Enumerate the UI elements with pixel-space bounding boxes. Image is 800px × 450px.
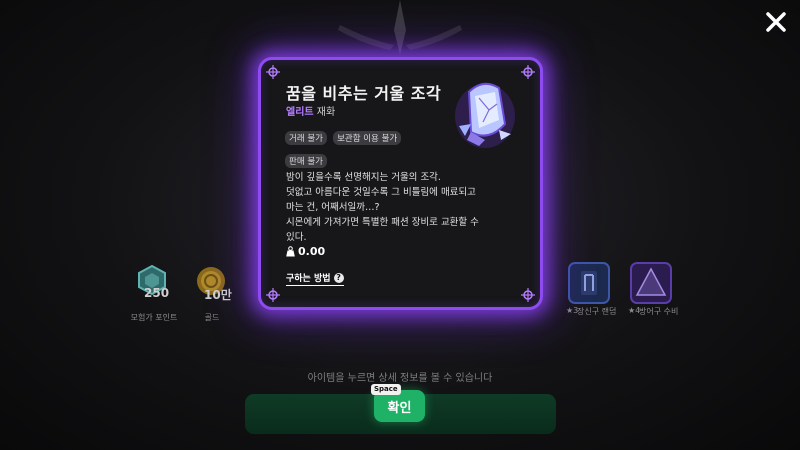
corner-knot-icon	[521, 65, 535, 79]
corner-knot-icon	[266, 288, 280, 302]
close-icon[interactable]	[764, 10, 788, 34]
item-grade-category: 엘리트 재화	[286, 103, 335, 118]
corner-knot-icon	[521, 288, 535, 302]
description-line: 밤이 깊을수록 선명해지는 거울의 조각.	[286, 172, 441, 183]
corner-knot-icon	[266, 65, 280, 79]
reward-gold[interactable]: 10만 골드	[182, 262, 242, 324]
tag-storage: 보관함 이용 불가	[333, 131, 402, 145]
how-to-get-label: 구하는 방법	[286, 274, 331, 284]
tag-trade: 거래 불가	[285, 131, 327, 145]
reward-armor[interactable]: ★4 방어구 수비	[622, 260, 682, 330]
description-line: 있다.	[286, 232, 307, 243]
description-line: 마는 건, 어째서일까…?	[286, 202, 380, 213]
item-detail-modal: 꿈을 비추는 거울 조각 엘리트 재화 거래 불가 보관함 이용 불가 판매 불…	[258, 57, 543, 310]
description-line: 시몬에게 가져가면 특별한 패션 장비로 교환할 수	[286, 217, 479, 228]
reward-rune[interactable]: ★3 장신구 랜덤	[560, 260, 620, 330]
weight-icon	[286, 246, 295, 257]
rune-icon	[568, 262, 610, 304]
item-grade: 엘리트	[286, 107, 314, 118]
reward-count: 250	[144, 286, 170, 300]
description-line: 덧없고 아름다운 것일수록 그 비틀림에 매료되고	[286, 187, 476, 198]
item-category: 재화	[316, 107, 336, 118]
question-icon: ?	[333, 272, 344, 283]
item-title: 꿈을 비추는 거울 조각	[286, 84, 442, 103]
tag-sell: 판매 불가	[285, 154, 327, 168]
reward-count: 10만	[204, 288, 232, 302]
hint-text: 아이템을 누르면 상세 정보를 볼 수 있습니다	[307, 373, 493, 384]
reward-name: 방어구 수비	[639, 307, 679, 316]
mirror-shard-icon	[455, 82, 515, 148]
space-key-hint: Space	[371, 384, 401, 395]
armor-pyramid-icon	[630, 262, 672, 304]
item-description: 밤이 깊을수록 선명해지는 거울의 조각. 덧없고 아름다운 것일수록 그 비틀…	[286, 170, 511, 245]
reward-name: 골드	[204, 313, 220, 322]
how-to-get-link[interactable]: 구하는 방법 ?	[286, 271, 344, 286]
reward-name: 모험가 포인트	[130, 313, 178, 322]
item-weight: 0.00	[286, 245, 325, 258]
item-weight-value: 0.00	[298, 245, 326, 258]
top-ornament	[338, 0, 462, 55]
item-tags: 거래 불가 보관함 이용 불가 판매 불가	[285, 126, 435, 172]
reward-adventurer-point[interactable]: 250 모험가 포인트	[124, 262, 184, 324]
reward-name: 장신구 랜덤	[577, 307, 617, 316]
